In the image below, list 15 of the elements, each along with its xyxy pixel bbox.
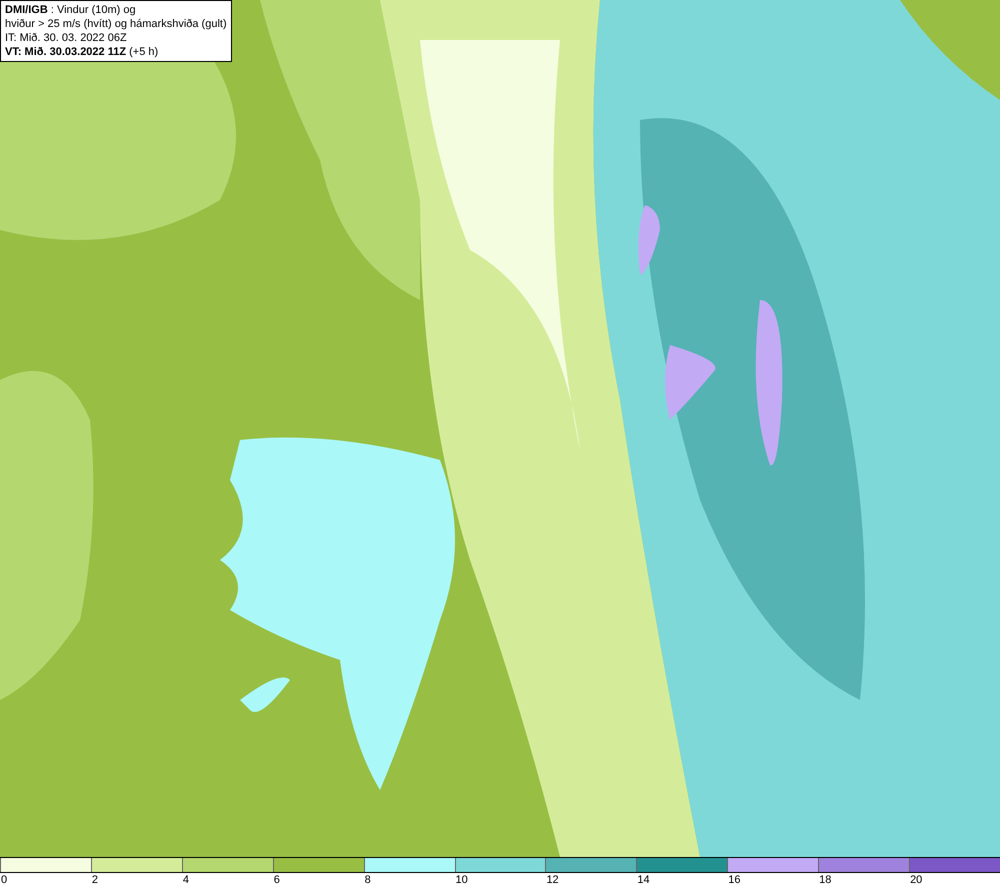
scale-label: 16 [728, 874, 740, 886]
info-text: IT: Mið. 30. 03. 2022 06Z [5, 31, 128, 45]
scale-label: 18 [819, 874, 832, 886]
info-text: hviður > 25 m/s (hvítt) og hámarkshviða (gult) [5, 17, 227, 31]
scale-label: 20 [910, 874, 922, 886]
scale-label: 4 [182, 874, 189, 886]
scale-label: 2 [92, 874, 98, 886]
scale-label: 10 [456, 874, 468, 886]
scale-label: 14 [637, 874, 650, 886]
info-text: VT: Mið. 30.03.2022 11Z (+5 h) [5, 45, 160, 59]
scale-label: 0 [1, 874, 8, 886]
scale-label: 6 [274, 874, 280, 886]
scale-label: 12 [546, 874, 559, 886]
info-text: DMI/IGB : Vindur (10m) og [5, 3, 137, 17]
scale-label: 8 [364, 874, 371, 886]
